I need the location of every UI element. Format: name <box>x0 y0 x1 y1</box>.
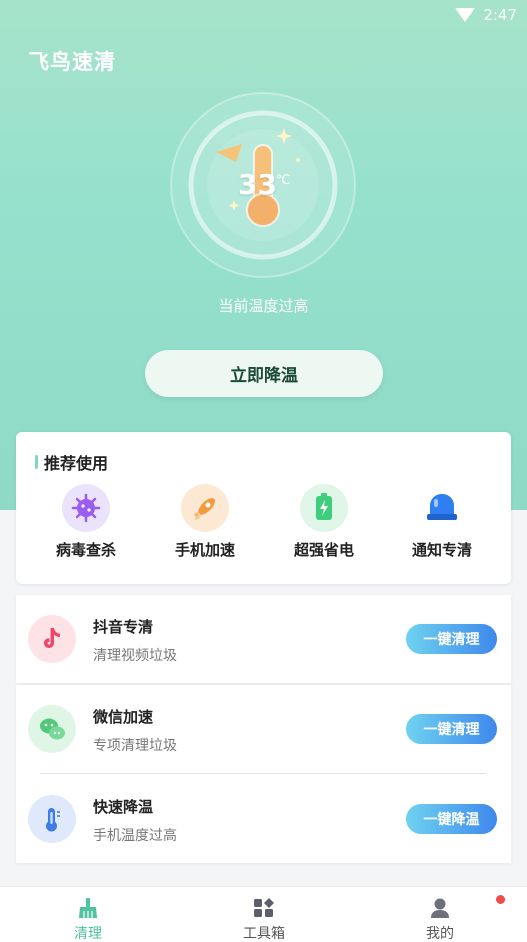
wechat-icon <box>28 705 76 753</box>
temperature-value: 33 <box>238 168 277 201</box>
clean-wechat-button[interactable]: 一键清理 <box>406 714 497 744</box>
tab-profile[interactable]: 我的 <box>390 897 490 942</box>
battery-icon <box>300 484 348 532</box>
list-item: 抖音专清 清理视频垃圾 一键清理 <box>16 595 511 683</box>
tab-clean[interactable]: 清理 <box>38 897 138 942</box>
cool-down-button[interactable]: 立即降温 <box>145 350 383 397</box>
tiktok-icon <box>28 615 76 663</box>
recommend-item-label: 手机加速 <box>174 541 235 559</box>
list-item: 快速降温 手机温度过高 一键降温 <box>16 775 511 863</box>
recommend-item-label: 超强省电 <box>293 541 354 559</box>
notification-dot <box>496 895 505 904</box>
recommend-item-notify[interactable]: 通知专清 <box>382 484 502 560</box>
status-bar: 2:47 <box>0 0 527 32</box>
list-item-subtitle: 专项清理垃圾 <box>93 738 177 754</box>
recommend-card: 推荐使用 病毒查杀 手机加速 超强省电 通知专清 <box>16 432 511 584</box>
recommend-title: 推荐使用 <box>35 450 108 474</box>
toolbox-icon <box>253 897 275 919</box>
list-item-subtitle: 手机温度过高 <box>93 828 177 844</box>
cool-phone-button[interactable]: 一键降温 <box>406 804 497 834</box>
bottom-tab-bar: 清理 工具箱 我的 <box>0 886 527 942</box>
title-accent-bar <box>35 455 38 469</box>
tab-label: 清理 <box>74 926 102 942</box>
status-time: 2:47 <box>483 6 517 24</box>
thermometer-icon <box>28 795 76 843</box>
recommend-item-battery[interactable]: 超强省电 <box>264 484 384 560</box>
tab-label: 工具箱 <box>243 926 285 942</box>
list-item: 微信加速 专项清理垃圾 一键清理 <box>16 685 511 773</box>
virus-icon <box>62 484 110 532</box>
recommend-item-label: 病毒查杀 <box>55 541 116 559</box>
recommend-title-text: 推荐使用 <box>44 454 109 473</box>
bell-icon <box>418 484 466 532</box>
temperature-status: 当前温度过高 <box>218 297 309 315</box>
user-icon <box>429 897 451 919</box>
tab-toolbox[interactable]: 工具箱 <box>214 897 314 942</box>
recommend-item-label: 通知专清 <box>411 541 472 559</box>
rocket-icon <box>181 484 229 532</box>
recommend-item-virus[interactable]: 病毒查杀 <box>26 484 146 560</box>
feature-list-card-top: 抖音专清 清理视频垃圾 一键清理 <box>16 595 511 683</box>
clean-tiktok-button[interactable]: 一键清理 <box>406 624 497 654</box>
recommend-item-boost[interactable]: 手机加速 <box>145 484 265 560</box>
list-divider <box>40 773 487 774</box>
app-title: 飞鸟速清 <box>28 50 116 74</box>
list-item-subtitle: 清理视频垃圾 <box>93 648 177 664</box>
feature-list-card-bottom: 微信加速 专项清理垃圾 一键清理 快速降温 手机温度过高 一键降温 <box>16 685 511 863</box>
broom-icon <box>77 897 99 919</box>
list-item-title: 微信加速 <box>93 708 154 726</box>
wifi-icon <box>455 8 476 22</box>
list-item-title: 快速降温 <box>93 798 154 816</box>
temperature-unit: ℃ <box>276 173 291 188</box>
list-item-title: 抖音专清 <box>93 618 154 636</box>
tab-label: 我的 <box>426 926 454 942</box>
